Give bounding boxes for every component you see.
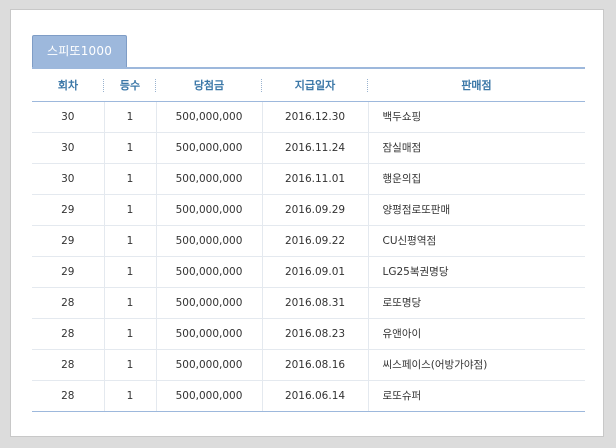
table-row: 28 1 500,000,000 2016.08.23 유앤아이 xyxy=(32,318,585,350)
cell-date: 2016.11.01 xyxy=(262,163,369,195)
cell-rank: 1 xyxy=(104,318,157,350)
cell-store: 씨스페이스(어방가야점) xyxy=(368,349,585,381)
cell-prize: 500,000,000 xyxy=(156,101,263,133)
cell-rank: 1 xyxy=(104,163,157,195)
cell-prize: 500,000,000 xyxy=(156,349,263,381)
cell-round: 29 xyxy=(32,256,105,288)
cell-date: 2016.06.14 xyxy=(262,380,369,412)
table-row: 29 1 500,000,000 2016.09.29 양평점로또판매 xyxy=(32,194,585,226)
table-row: 28 1 500,000,000 2016.08.31 로또명당 xyxy=(32,287,585,319)
table-body: 30 1 500,000,000 2016.12.30 백두쇼핑 30 1 500,000,0… xyxy=(32,101,585,412)
cell-date: 2016.09.01 xyxy=(262,256,369,288)
cell-round: 28 xyxy=(32,318,105,350)
cell-round: 28 xyxy=(32,380,105,412)
cell-store: 유앤아이 xyxy=(368,318,585,350)
cell-date: 2016.09.29 xyxy=(262,194,369,226)
header-rank: 등수 xyxy=(104,70,156,102)
tab-underline xyxy=(32,67,585,69)
table-row: 29 1 500,000,000 2016.09.22 CU신평역점 xyxy=(32,225,585,257)
cell-store: 로또명당 xyxy=(368,287,585,319)
winners-panel: 스피또1000 회차 등수 당첨금 지급일자 판매점 30 1 500,000,00… xyxy=(10,9,604,437)
cell-store: 잠실매점 xyxy=(368,132,585,164)
table-row: 30 1 500,000,000 2016.11.01 행운의집 xyxy=(32,163,585,195)
header-store: 판매점 xyxy=(368,70,585,102)
cell-date: 2016.08.23 xyxy=(262,318,369,350)
cell-rank: 1 xyxy=(104,225,157,257)
table-row: 28 1 500,000,000 2016.08.16 씨스페이스(어방가야점) xyxy=(32,349,585,381)
cell-date: 2016.08.31 xyxy=(262,287,369,319)
table-row: 30 1 500,000,000 2016.12.30 백두쇼핑 xyxy=(32,101,585,133)
table-header-row: 회차 등수 당첨금 지급일자 판매점 xyxy=(32,70,585,102)
header-date: 지급일자 xyxy=(262,70,368,102)
header-round: 회차 xyxy=(32,70,104,102)
table-row: 28 1 500,000,000 2016.06.14 로또슈퍼 xyxy=(32,380,585,412)
cell-store: 양평점로또판매 xyxy=(368,194,585,226)
tab-speetto1000[interactable]: 스피또1000 xyxy=(32,35,127,67)
cell-round: 29 xyxy=(32,225,105,257)
cell-rank: 1 xyxy=(104,132,157,164)
cell-round: 30 xyxy=(32,101,105,133)
cell-date: 2016.11.24 xyxy=(262,132,369,164)
cell-rank: 1 xyxy=(104,256,157,288)
cell-store: LG25복권명당 xyxy=(368,256,585,288)
cell-store: CU신평역점 xyxy=(368,225,585,257)
header-prize: 당첨금 xyxy=(156,70,262,102)
cell-round: 29 xyxy=(32,194,105,226)
winners-table: 회차 등수 당첨금 지급일자 판매점 30 1 500,000,000 2016.12… xyxy=(32,70,585,412)
table-row: 29 1 500,000,000 2016.09.01 LG25복권명당 xyxy=(32,256,585,288)
cell-round: 30 xyxy=(32,132,105,164)
cell-date: 2016.09.22 xyxy=(262,225,369,257)
cell-store: 행운의집 xyxy=(368,163,585,195)
cell-store: 백두쇼핑 xyxy=(368,101,585,133)
cell-date: 2016.12.30 xyxy=(262,101,369,133)
cell-prize: 500,000,000 xyxy=(156,194,263,226)
cell-rank: 1 xyxy=(104,194,157,226)
cell-prize: 500,000,000 xyxy=(156,225,263,257)
table-row: 30 1 500,000,000 2016.11.24 잠실매점 xyxy=(32,132,585,164)
cell-prize: 500,000,000 xyxy=(156,318,263,350)
cell-prize: 500,000,000 xyxy=(156,132,263,164)
cell-date: 2016.08.16 xyxy=(262,349,369,381)
cell-round: 30 xyxy=(32,163,105,195)
cell-prize: 500,000,000 xyxy=(156,380,263,412)
cell-rank: 1 xyxy=(104,380,157,412)
cell-store: 로또슈퍼 xyxy=(368,380,585,412)
cell-round: 28 xyxy=(32,349,105,381)
cell-rank: 1 xyxy=(104,101,157,133)
cell-rank: 1 xyxy=(104,287,157,319)
cell-prize: 500,000,000 xyxy=(156,256,263,288)
cell-round: 28 xyxy=(32,287,105,319)
cell-prize: 500,000,000 xyxy=(156,287,263,319)
cell-prize: 500,000,000 xyxy=(156,163,263,195)
cell-rank: 1 xyxy=(104,349,157,381)
